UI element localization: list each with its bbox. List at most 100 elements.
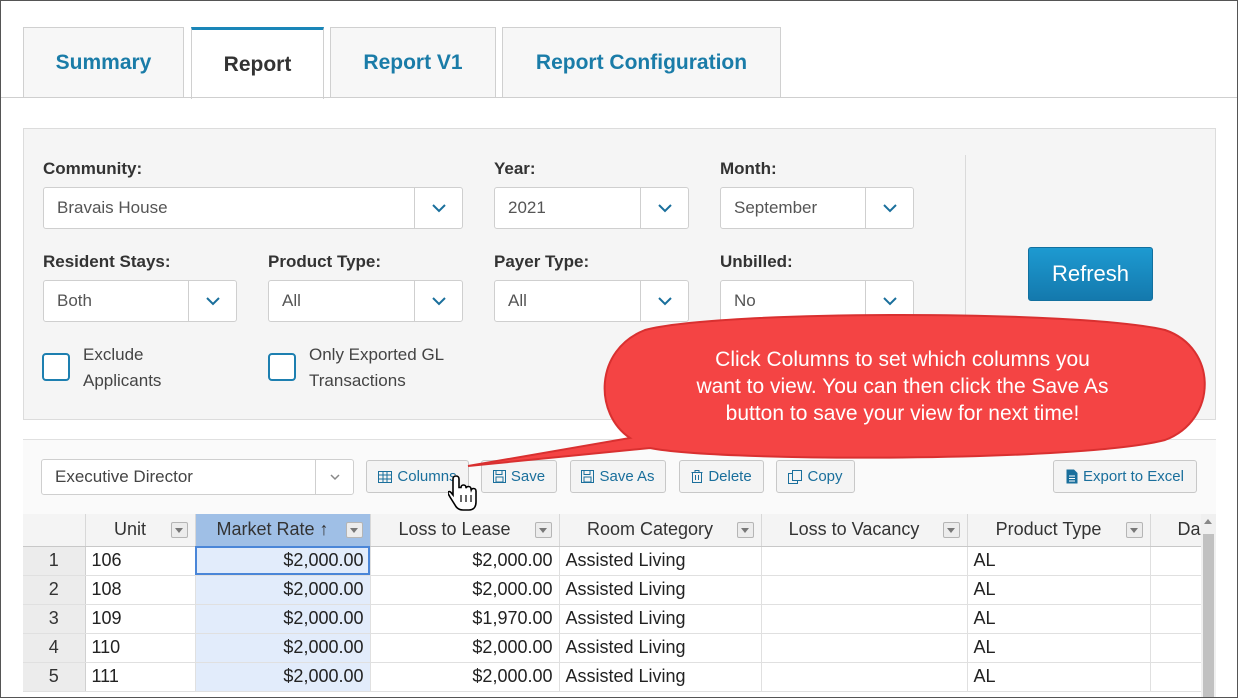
unit-cell[interactable]: 110 [85,633,196,663]
truncated-cell[interactable] [1150,604,1201,634]
loss-to-vacancy-cell[interactable] [761,633,968,663]
loss-to-lease-cell[interactable]: $2,000.00 [370,662,560,692]
market-rate-cell[interactable]: $2,000.00 [195,604,371,634]
filter-dropdown-icon[interactable] [170,522,188,538]
column-header-truncated[interactable]: Da [1150,514,1201,547]
row-number[interactable]: 5 [23,662,86,692]
chevron-down-icon[interactable] [188,281,236,321]
market-rate-cell[interactable]: $2,000.00 [195,633,371,663]
month-select[interactable]: September [720,187,914,229]
tab-divider [0,97,1238,98]
room-category-cell[interactable]: Assisted Living [559,575,762,605]
year-select[interactable]: 2021 [494,187,689,229]
chevron-down-icon[interactable] [315,460,353,494]
chevron-down-icon[interactable] [865,281,913,321]
room-category-cell[interactable]: Assisted Living [559,662,762,692]
loss-to-lease-cell[interactable]: $1,970.00 [370,604,560,634]
room-category-cell[interactable]: Assisted Living [559,633,762,663]
table-row[interactable]: 3 109 $2,000.00 $1,970.00 Assisted Living AL [23,604,1201,634]
product-type-cell[interactable]: AL [967,546,1151,576]
view-select[interactable]: Executive Director [41,459,354,495]
product-type-cell[interactable]: AL [967,662,1151,692]
loss-to-vacancy-cell[interactable] [761,546,968,576]
row-number[interactable]: 1 [23,546,86,576]
truncated-cell[interactable] [1150,546,1201,576]
truncated-cell[interactable] [1150,575,1201,605]
scrollbar-thumb[interactable] [1203,534,1214,698]
column-header-loss-to-vacancy[interactable]: Loss to Vacancy [761,514,968,547]
loss-to-lease-cell[interactable]: $2,000.00 [370,633,560,663]
hand-cursor-icon [448,475,477,511]
unit-cell[interactable]: 109 [85,604,196,634]
tab-report-configuration[interactable]: Report Configuration [502,27,781,98]
truncated-cell[interactable] [1150,662,1201,692]
exclude-applicants-checkbox[interactable] [42,353,70,381]
header-label: Market Rate [216,519,315,540]
resident-stays-select[interactable]: Both [43,280,237,322]
unit-cell[interactable]: 106 [85,546,196,576]
filter-dropdown-icon[interactable] [345,522,363,538]
row-number[interactable]: 3 [23,604,86,634]
refresh-button[interactable]: Refresh [1028,247,1153,301]
tab-summary[interactable]: Summary [23,27,184,98]
unit-cell[interactable]: 108 [85,575,196,605]
market-rate-cell[interactable]: $2,000.00 [195,662,371,692]
row-number[interactable]: 2 [23,575,86,605]
column-header-room-category[interactable]: Room Category [559,514,762,547]
export-excel-button[interactable]: Export to Excel [1053,460,1197,493]
chevron-down-icon[interactable] [865,188,913,228]
chevron-down-icon[interactable] [414,188,462,228]
product-type-cell[interactable]: AL [967,633,1151,663]
column-header-unit[interactable]: Unit [85,514,196,547]
header-label: Product Type [995,519,1102,540]
table-row[interactable]: 1 106 $2,000.00 $2,000.00 Assisted Living AL [23,546,1201,576]
room-category-cell[interactable]: Assisted Living [559,604,762,634]
callout-line: want to view. You can then click the Sav… [696,375,1109,398]
callout-text: Click Columns to set which columns you w… [640,346,1165,427]
column-header-market-rate[interactable]: Market Rate ↑ [195,514,371,547]
filter-dropdown-icon[interactable] [1125,522,1143,538]
column-header-loss-to-lease[interactable]: Loss to Lease [370,514,560,547]
table-row[interactable]: 2 108 $2,000.00 $2,000.00 Assisted Living AL [23,575,1201,605]
header-label: Loss to Vacancy [788,519,920,540]
filter-dropdown-icon[interactable] [942,522,960,538]
unbilled-select[interactable]: No [720,280,914,322]
only-exported-checkbox[interactable] [268,353,296,381]
filter-dropdown-icon[interactable] [534,522,552,538]
floppy-icon [492,470,506,483]
loss-to-vacancy-cell[interactable] [761,575,968,605]
loss-to-vacancy-cell[interactable] [761,604,968,634]
product-type-cell[interactable]: AL [967,575,1151,605]
loss-to-vacancy-cell[interactable] [761,662,968,692]
chevron-down-icon[interactable] [640,281,688,321]
loss-to-lease-cell[interactable]: $2,000.00 [370,575,560,605]
product-type-cell[interactable]: AL [967,604,1151,634]
product-type-select[interactable]: All [268,280,463,322]
save-as-button[interactable]: Save As [570,460,666,493]
copy-button[interactable]: Copy [776,460,855,493]
room-category-cell[interactable]: Assisted Living [559,546,762,576]
market-rate-cell[interactable]: $2,000.00 [195,575,371,605]
month-value: September [734,198,818,217]
chevron-down-icon[interactable] [414,281,462,321]
table-row[interactable]: 5 111 $2,000.00 $2,000.00 Assisted Living AL [23,662,1201,692]
community-select[interactable]: Bravais House [43,187,463,229]
vertical-scrollbar[interactable] [1201,514,1216,698]
unit-cell[interactable]: 111 [85,662,196,692]
tab-report-v1[interactable]: Report V1 [330,27,496,98]
column-header-product-type[interactable]: Product Type [967,514,1151,547]
delete-button[interactable]: Delete [679,460,764,493]
table-row[interactable]: 4 110 $2,000.00 $2,000.00 Assisted Living AL [23,633,1201,663]
loss-to-lease-cell[interactable]: $2,000.00 [370,546,560,576]
filter-dropdown-icon[interactable] [736,522,754,538]
chevron-down-icon[interactable] [640,188,688,228]
row-number[interactable]: 4 [23,633,86,663]
market-rate-cell[interactable]: $2,000.00 [195,546,371,576]
tab-report[interactable]: Report [191,27,324,99]
scroll-up-icon[interactable] [1204,519,1212,524]
save-label: Save [510,468,546,485]
truncated-cell[interactable] [1150,633,1201,663]
save-button[interactable]: Save [481,460,557,493]
copy-label: Copy [807,468,843,485]
payer-type-select[interactable]: All [494,280,689,322]
